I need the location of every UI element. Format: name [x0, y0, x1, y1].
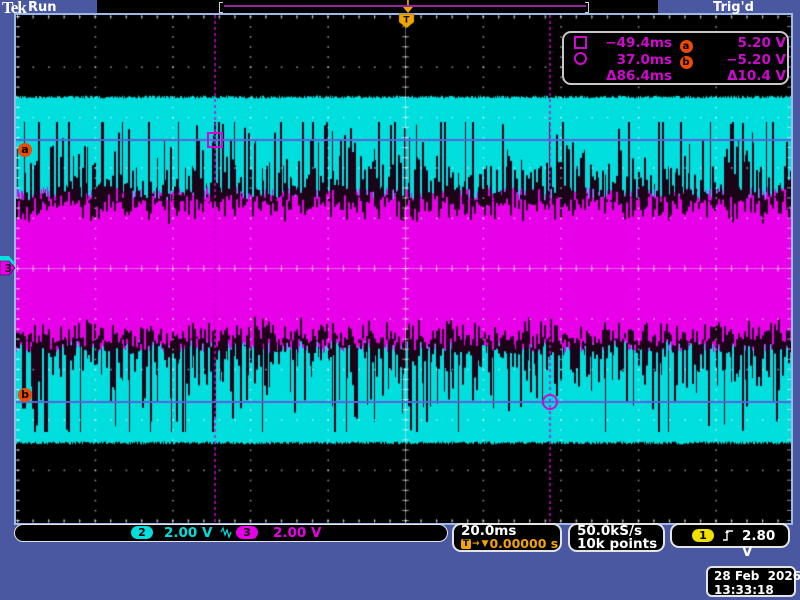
record-view-bar: T — [97, 0, 658, 13]
datetime-box: 28 Feb 2026 13:33:18 — [706, 566, 796, 597]
cursor1-square-marker[interactable] — [207, 132, 223, 148]
record-left-bracket-icon — [219, 2, 223, 13]
trigger-position-label: T — [402, 0, 414, 7]
channel-readout-bar: 2 2.00 V 3 2.00 V — [14, 524, 448, 542]
cursor-b-icon: b — [680, 56, 693, 69]
cursor2-circle-icon — [574, 52, 587, 65]
ch3-badge[interactable]: 3 — [236, 526, 258, 539]
channel-position-flags[interactable]: 3 — [0, 252, 17, 282]
waveform-display-area — [14, 13, 793, 525]
cursor2-circle-marker[interactable] — [542, 394, 558, 410]
tek-logo: Tek — [2, 0, 26, 18]
horizontal-readout-box[interactable]: 20.0ms T → ▼ 0.00000 s — [452, 523, 562, 552]
waveform-canvas — [16, 15, 791, 523]
trigger-expansion-label: T — [403, 16, 410, 26]
date-label: 28 Feb 2026 — [714, 569, 788, 583]
cursor-b-volt: −5.20 V — [700, 52, 786, 68]
cursor-b-badge[interactable]: b — [18, 388, 32, 402]
ch2-scale-readout[interactable]: 2.00 V — [164, 525, 212, 541]
trigger-position-icon[interactable]: T — [402, 0, 414, 12]
acquisition-readout-box: 50.0kS/s 10k points — [568, 523, 665, 552]
record-right-bracket-icon — [585, 2, 589, 13]
rising-edge-icon — [722, 529, 734, 542]
ch3-flag-label: 3 — [5, 262, 13, 275]
cursor-readout-panel: −49.4ms a 5.20 V 37.0ms b −5.20 V Δ86.4m… — [562, 31, 789, 85]
arrow-right-icon: → — [472, 538, 480, 550]
noise-filter-icon — [220, 526, 232, 539]
cursor2-time: 37.0ms — [598, 52, 672, 68]
cursor-a-badge[interactable]: a — [18, 143, 32, 157]
cursor-delta-time: Δ86.4ms — [598, 68, 672, 84]
trigger-source-badge: 1 — [692, 529, 714, 542]
horizontal-delay-value: 0.00000 s — [489, 538, 558, 550]
time-label: 13:33:18 — [714, 583, 788, 597]
cursor1-square-icon — [574, 36, 587, 49]
acquisition-status: Run — [28, 0, 57, 15]
trigger-status: Trig'd — [713, 0, 754, 15]
trigger-expansion-icon[interactable]: T — [398, 13, 415, 29]
cursor-a-volt: 5.20 V — [700, 35, 786, 51]
trigger-delay-icon: T — [461, 539, 471, 549]
record-length: 10k points — [577, 538, 663, 551]
cursor-delta-volt: Δ10.4 V — [700, 68, 786, 84]
cursor1-time: −49.4ms — [598, 35, 672, 51]
trigger-readout-box[interactable]: 1 2.80 V — [670, 523, 790, 548]
ch3-scale-readout[interactable]: 2.00 V — [273, 525, 321, 541]
arrow-down-icon: ▼ — [482, 538, 489, 550]
trigger-level: 2.80 V — [742, 528, 788, 560]
oscilloscope-screen: { "top_bar": { "logo": "Tek", "acq_statu… — [0, 0, 800, 600]
ch2-badge[interactable]: 2 — [131, 526, 153, 539]
